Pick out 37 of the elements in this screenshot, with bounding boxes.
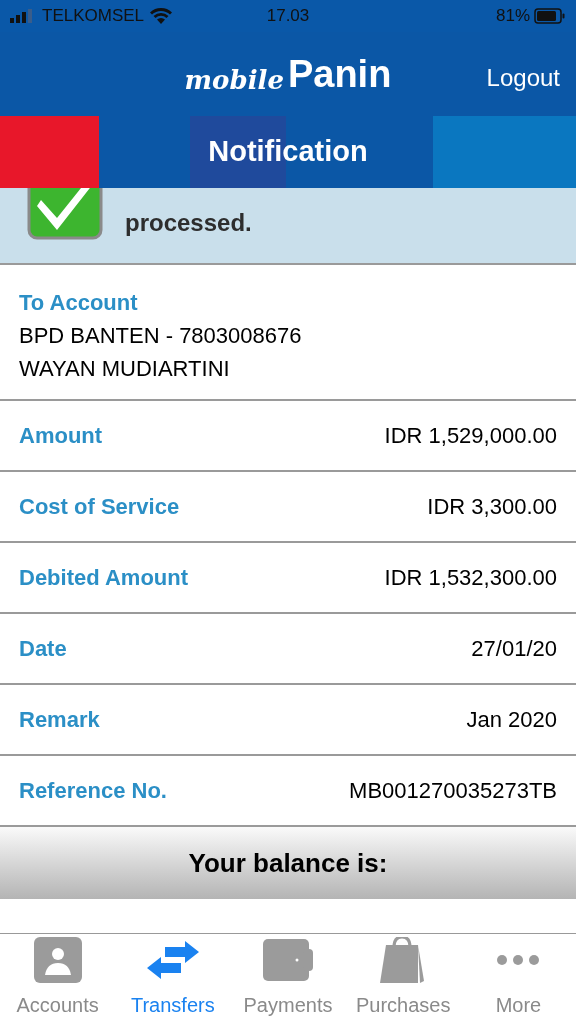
tab-bar-item[interactable]: Payments [230, 934, 346, 1024]
person-card-icon [32, 937, 83, 983]
page-title: Notification [208, 135, 368, 168]
field-label: Amount [19, 422, 103, 450]
field-label: Remark [19, 706, 100, 734]
field-label: Cost of Service [19, 493, 180, 521]
transfer-arrows-icon [146, 941, 199, 979]
more-icon [496, 954, 541, 966]
logout-button[interactable]: Logout [486, 60, 560, 96]
field-value: IDR 3,300.00 [427, 493, 557, 521]
tab-bar-item[interactable]: Accounts [0, 934, 116, 1024]
field-value: IDR 1,532,300.00 [384, 564, 557, 592]
tab-bar-item[interactable]: Purchases [345, 934, 461, 1024]
wallet-icon [263, 939, 313, 981]
shopping-bag-icon [380, 937, 427, 983]
section-title: Your balance is: [188, 846, 388, 880]
account-detail: WAYAN MUDIARTINI [19, 355, 231, 383]
field-label: Debited Amount [19, 564, 189, 592]
success-message: processed. [125, 208, 252, 238]
field-label: To Account [19, 289, 139, 317]
field-label: Date [19, 635, 67, 663]
field-label: Reference No. [19, 777, 167, 805]
wifi-icon [150, 8, 173, 24]
battery-icon [534, 8, 566, 24]
carrier-name: TELKOMSEL [42, 5, 145, 28]
field-value: Jan 2020 [466, 706, 557, 734]
clock-time: 17.03 [266, 6, 310, 26]
field-value: MB001270035273TB [349, 777, 557, 805]
field-value: 27/01/20 [471, 635, 557, 663]
checkmark-icon [27, 188, 103, 240]
logo-wordmark: Panin [287, 55, 392, 93]
field-value: IDR 1,529,000.00 [384, 422, 557, 450]
tab-bar-item[interactable]: Transfers [115, 934, 231, 1024]
logo-script: mobile [184, 67, 284, 93]
tab-bar-item[interactable]: More [460, 934, 576, 1024]
battery-percentage: 81% [495, 5, 530, 28]
account-detail: BPD BANTEN - 7803008676 [19, 322, 303, 350]
